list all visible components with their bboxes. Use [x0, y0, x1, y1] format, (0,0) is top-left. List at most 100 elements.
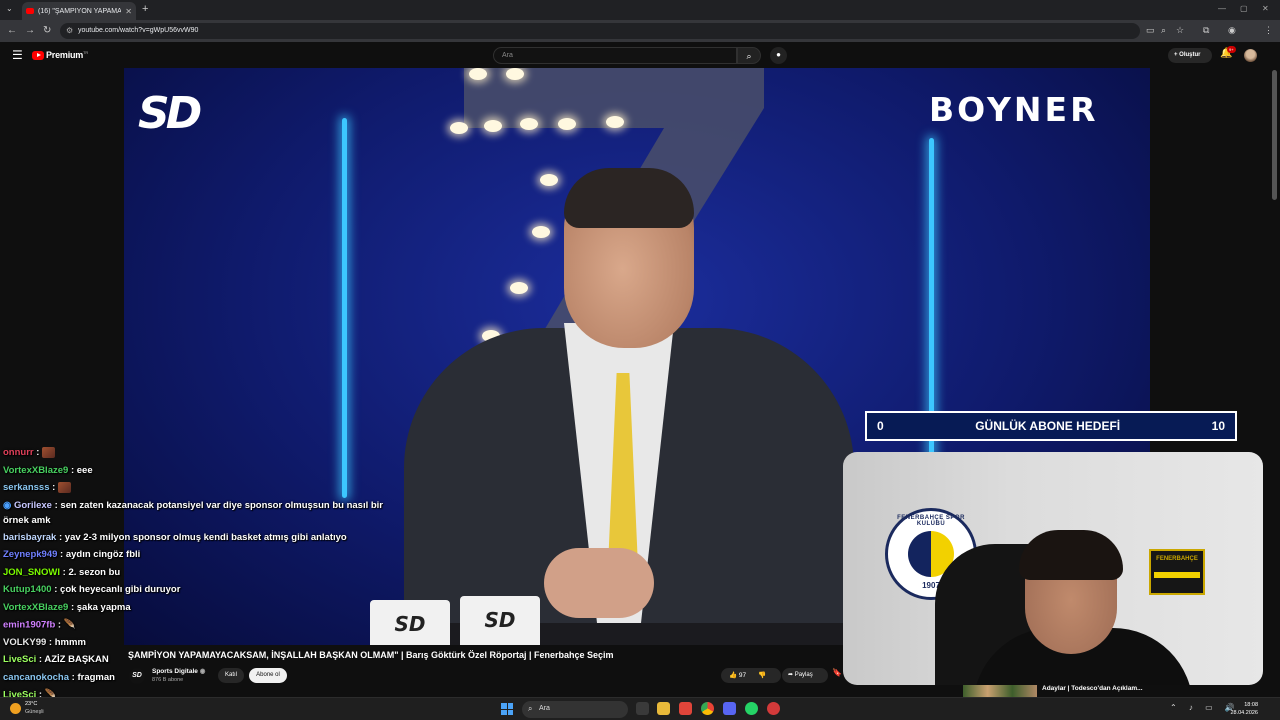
image-emote-icon	[57, 481, 71, 493]
thumbs-down-icon[interactable]: 👎	[758, 672, 766, 679]
chat-username: VortexXBlaze9	[3, 464, 69, 476]
whatsapp-icon[interactable]	[745, 702, 758, 715]
chat-separator: :	[68, 601, 77, 613]
stage-light	[532, 226, 550, 238]
window-close-icon[interactable]: ✕	[1262, 4, 1269, 13]
like-count: 97	[738, 672, 747, 679]
create-label: Oluştur	[1179, 52, 1201, 58]
tab-search-icon[interactable]: ⌄	[6, 4, 13, 13]
chat-message: VortexXBlaze9 : eee	[3, 462, 383, 480]
chat-separator: :	[56, 531, 65, 543]
profile-icon[interactable]: ◉	[1228, 25, 1236, 36]
subscribe-button[interactable]: Abone ol	[249, 668, 287, 683]
stage-light	[469, 68, 487, 80]
address-bar[interactable]: ⚙ youtube.com/watch?v=gWpU56vvW90	[60, 23, 1140, 39]
stage-light	[606, 116, 624, 128]
streamer-hair	[1019, 530, 1123, 580]
taskbar-search-label: Ara	[539, 705, 550, 712]
brave-icon[interactable]	[679, 702, 692, 715]
address-url: youtube.com/watch?v=gWpU56vvW90	[78, 27, 199, 34]
minimize-icon[interactable]: —	[1218, 4, 1226, 13]
stage-light	[450, 122, 468, 134]
like-dislike-group[interactable]: 👍 97 👎	[721, 668, 781, 683]
chat-username: serkansss	[3, 482, 50, 493]
obs-icon[interactable]	[767, 702, 780, 715]
browser-tab[interactable]: (16) "ŞAMPİYON YAPAMAYACAKSAM ✕	[22, 2, 136, 20]
site-info-icon[interactable]: ⚙	[66, 26, 73, 35]
brand-region: TR	[83, 50, 89, 55]
channel-name[interactable]: Sports Digitale ◉	[152, 667, 205, 675]
chat-message: Kutup1400 : çok heyecanlı gibi duruyor	[3, 581, 383, 599]
cast-icon[interactable]: ▭	[1146, 25, 1155, 36]
sign-stripe	[1154, 572, 1200, 578]
zoom-icon[interactable]: ⌕	[1161, 25, 1166, 36]
tab-close-icon[interactable]: ✕	[125, 7, 132, 16]
maximize-icon[interactable]: ▢	[1240, 4, 1248, 13]
avatar[interactable]	[1244, 49, 1257, 62]
weather-condition: Güneşli	[25, 709, 44, 715]
reload-icon[interactable]: ↻	[43, 25, 51, 36]
search-input[interactable]: Ara	[493, 47, 737, 64]
streamer-webcam: FENERBAHÇE SPOR KULÜBÜ 1907 FENERBAHÇE	[843, 452, 1263, 685]
forward-icon[interactable]: →	[25, 25, 35, 36]
hamburger-icon[interactable]: ☰	[12, 48, 23, 62]
share-button[interactable]: ➦ Paylaş	[782, 668, 828, 683]
create-button[interactable]: + Oluştur	[1168, 48, 1212, 63]
clock[interactable]: 18:08 28.04.2026	[1228, 701, 1258, 717]
weather-sun-icon[interactable]	[10, 703, 21, 714]
chat-username: emin1907fb	[3, 619, 56, 631]
chat-username: LiveSci	[3, 654, 37, 666]
start-button[interactable]	[501, 703, 513, 715]
chat-username: JON_SNOWI	[3, 566, 61, 578]
thumbs-up-icon[interactable]: 👍	[729, 672, 737, 679]
task-view-icon[interactable]	[636, 702, 649, 715]
search-icon[interactable]: ⌕	[737, 47, 761, 64]
chat-username: VOLKY99	[3, 636, 47, 648]
youtube-header: ☰ PremiumTR Ara ⌕ ● + Oluştur 🔔 9+	[0, 42, 1280, 68]
extensions-icon[interactable]: ⧉	[1203, 25, 1209, 36]
chat-text: aydın cingöz fbli	[65, 549, 141, 560]
youtube-favicon-icon	[26, 8, 34, 14]
chat-text: sen zaten kazanacak potansiyel var diye …	[3, 499, 383, 526]
search-icon: ⌕	[528, 704, 533, 713]
next-video-thumbnail[interactable]	[963, 685, 1037, 697]
chat-separator: :	[51, 584, 61, 595]
page-scrollbar[interactable]	[1272, 70, 1277, 200]
stage-light	[506, 68, 524, 80]
new-tab-icon[interactable]: +	[142, 3, 148, 15]
chat-username: Gorilexe	[13, 499, 52, 511]
join-button[interactable]: Katıl	[218, 668, 244, 683]
chat-separator: :	[57, 549, 66, 560]
taskbar-search[interactable]: ⌕ Ara	[522, 701, 628, 718]
verified-icon: ◉	[199, 668, 206, 675]
neon-light	[929, 138, 934, 498]
next-video-title[interactable]: Adaylar | Todesco'dan Açıklam...	[1042, 685, 1143, 692]
notification-badge: 9+	[1227, 46, 1236, 53]
chat-separator: :	[33, 447, 43, 458]
file-explorer-icon[interactable]	[657, 702, 670, 715]
chat-badge-icon: ◉	[3, 499, 14, 511]
weather-temperature: 23°C	[25, 701, 38, 707]
browser-menu-icon[interactable]: ⋮	[1264, 25, 1273, 36]
chat-message: VortexXBlaze9 : şaka yapma	[3, 599, 383, 617]
chat-text: şaka yapma	[76, 601, 131, 613]
chat-text: çok heyecanlı gibi duruyor	[60, 584, 181, 595]
chat-message: ◉ Gorilexe : sen zaten kazanacak potansi…	[3, 498, 383, 528]
back-icon[interactable]: ←	[7, 25, 17, 36]
chat-overlay: onnurr : VortexXBlaze9 : eee serkansss : …	[3, 444, 383, 704]
chat-message: onnurr :	[3, 444, 383, 462]
channel-name-text: Sports Digitale	[152, 668, 198, 675]
youtube-logo-icon[interactable]	[32, 51, 44, 60]
mic-icon[interactable]: ●	[770, 47, 787, 64]
chat-message: JON_SNOWI : 2. sezon bu	[3, 564, 383, 582]
bookmark-star-icon[interactable]: ☆	[1176, 25, 1184, 36]
discord-icon[interactable]	[723, 702, 736, 715]
neon-light	[342, 118, 347, 498]
chat-separator: :	[55, 619, 64, 631]
goal-label: GÜNLÜK ABONE HEDEFİ	[975, 419, 1121, 433]
chat-text: yav 2-3 milyon sponsor olmuş kendi baske…	[64, 531, 347, 543]
channel-avatar[interactable]: SD	[129, 668, 145, 684]
youtube-brand[interactable]: PremiumTR	[46, 50, 88, 60]
chrome-icon[interactable]	[701, 702, 714, 715]
save-icon[interactable]: 🔖	[832, 668, 848, 683]
